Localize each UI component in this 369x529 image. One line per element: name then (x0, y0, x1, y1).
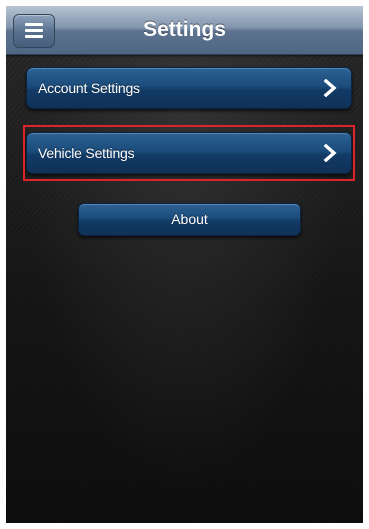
account-settings-button[interactable]: Account Settings (26, 67, 352, 109)
account-settings-label: Account Settings (38, 80, 140, 96)
page-title: Settings (143, 18, 226, 41)
settings-screen: Settings Account Settings Vehicle Settin… (6, 6, 363, 523)
menu-button[interactable] (13, 14, 55, 48)
navigation-bar: Settings (6, 6, 363, 55)
highlight-box (23, 125, 355, 181)
chevron-right-icon (323, 79, 337, 97)
about-button[interactable]: About (78, 203, 301, 236)
